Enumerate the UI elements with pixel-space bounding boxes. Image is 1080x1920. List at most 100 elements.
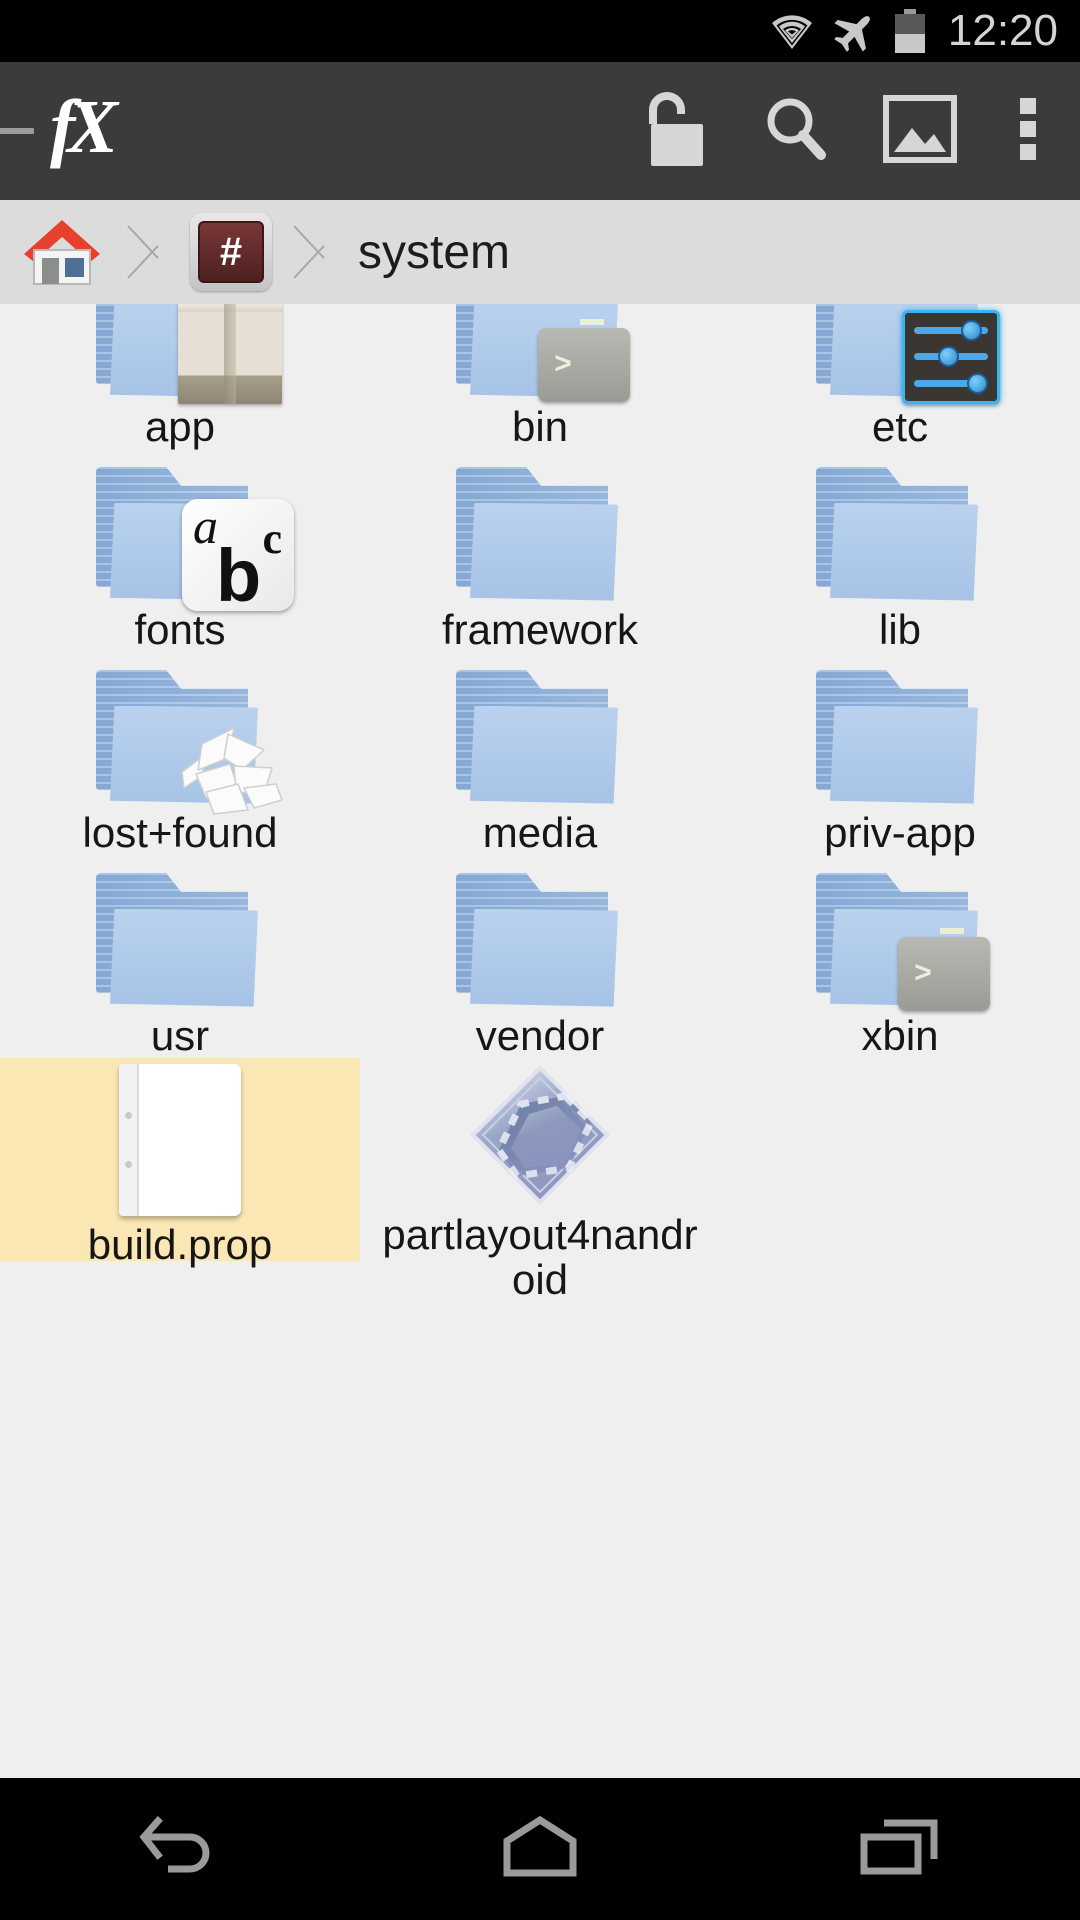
item-icon: >: [435, 304, 645, 402]
item-label: fonts: [134, 605, 226, 653]
status-bar-clock: 12:20: [947, 6, 1058, 55]
item-label: usr: [150, 1011, 210, 1059]
item-label: bin: [511, 402, 569, 450]
folder-item[interactable]: a b c fonts: [0, 449, 360, 652]
folder-front: [470, 908, 618, 1007]
overflow-menu-button[interactable]: [982, 62, 1074, 200]
item-label: vendor: [475, 1011, 605, 1059]
folder-icon: [456, 669, 624, 804]
package-box-overlay-icon: [178, 304, 282, 404]
folder-icon: [816, 304, 1000, 404]
crumpled-paper-overlay-icon: [172, 714, 292, 818]
item-label: media: [482, 808, 598, 856]
recents-squares-icon: [858, 1815, 942, 1884]
folder-item[interactable]: lost+found: [0, 652, 360, 855]
item-icon: [435, 861, 645, 1007]
folder-front: [470, 705, 618, 804]
item-icon: [795, 658, 1005, 804]
folder-item[interactable]: app: [0, 304, 360, 449]
android-navigation-bar: [0, 1778, 1080, 1920]
back-arrow-icon: [138, 1815, 222, 1884]
item-icon: [435, 455, 645, 601]
toolbar-up-and-logo[interactable]: fX: [0, 85, 118, 173]
status-bar: 12:20: [0, 0, 1080, 62]
folder-front: [830, 705, 978, 804]
binary-file-icon: [469, 1064, 611, 1206]
item-icon: [795, 455, 1005, 601]
app-toolbar: fX: [0, 62, 1080, 200]
toolbar-actions: [610, 62, 1080, 200]
file-manager-screen: 12:20 fX # system app bin etc a b c font…: [0, 0, 1080, 1920]
item-icon: [75, 1064, 285, 1216]
home-button[interactable]: [450, 1778, 630, 1920]
item-icon: [75, 861, 285, 1007]
folder-item[interactable]: lib: [720, 449, 1080, 652]
search-button[interactable]: [734, 62, 858, 200]
folder-icon: [456, 466, 624, 601]
item-icon: [75, 658, 285, 815]
folder-icon: [816, 669, 984, 804]
item-label: app: [144, 402, 216, 450]
folder-icon: >: [816, 872, 990, 1011]
gallery-button[interactable]: [858, 62, 982, 200]
breadcrumb-separator-icon: [122, 200, 174, 304]
folder-item[interactable]: usr: [0, 855, 360, 1058]
root-chip: #: [190, 213, 272, 291]
home-pentagon-icon: [499, 1815, 581, 1884]
abc-font-overlay-icon: abc: [182, 498, 294, 612]
item-icon: [435, 1064, 645, 1206]
folder-item[interactable]: >bin: [360, 304, 720, 449]
item-label: etc: [871, 402, 929, 450]
folder-icon: [816, 466, 984, 601]
settings-sliders-overlay-icon: [902, 309, 1000, 404]
file-item[interactable]: build.prop: [0, 1058, 360, 1267]
unlock-root-button[interactable]: [610, 62, 734, 200]
breadcrumb-item-current[interactable]: system: [340, 200, 510, 304]
folder-item[interactable]: media: [360, 652, 720, 855]
home-icon: [20, 214, 104, 291]
terminal-overlay-icon: >: [898, 927, 990, 1011]
file-item[interactable]: partlayout4nandroid: [360, 1058, 720, 1302]
airplane-mode-icon: [832, 9, 878, 53]
folder-icon: [96, 304, 282, 404]
file-grid: app>binetcabcfontsframeworkliblost+found…: [0, 304, 1080, 1302]
item-label: lib: [878, 605, 922, 653]
item-label: framework: [441, 605, 639, 653]
folder-icon: [96, 669, 283, 815]
item-icon: abc: [75, 455, 294, 612]
breadcrumb-root-label: #: [198, 221, 264, 283]
more-vertical-icon: [1020, 97, 1036, 165]
image-icon: [882, 94, 958, 169]
recents-button[interactable]: [810, 1778, 990, 1920]
folder-icon: [456, 872, 624, 1007]
item-label: xbin: [861, 1011, 939, 1059]
breadcrumb-current-label: system: [358, 225, 511, 279]
document-icon: [119, 1064, 241, 1216]
folder-item[interactable]: framework: [360, 449, 720, 652]
item-icon: >: [795, 861, 1005, 1011]
search-icon: [760, 93, 832, 170]
breadcrumb-item-root[interactable]: #: [174, 200, 288, 304]
back-button[interactable]: [90, 1778, 270, 1920]
folder-item[interactable]: >xbin: [720, 855, 1080, 1058]
folder-front: [470, 502, 618, 601]
folder-item[interactable]: vendor: [360, 855, 720, 1058]
breadcrumb-item-home[interactable]: [0, 200, 122, 304]
folder-item[interactable]: priv-app: [720, 652, 1080, 855]
breadcrumb: # system: [0, 200, 1080, 304]
battery-icon: [894, 9, 925, 53]
folder-icon: >: [456, 304, 630, 402]
folder-icon: abc: [96, 466, 294, 612]
item-label: partlayout4nandroid: [382, 1211, 698, 1304]
folder-item[interactable]: etc: [720, 304, 1080, 449]
folder-front: [830, 502, 978, 601]
file-grid-container[interactable]: app>binetcabcfontsframeworkliblost+found…: [0, 304, 1080, 1778]
item-icon: [795, 304, 1005, 404]
wifi-icon: [769, 12, 815, 50]
folder-front: [110, 908, 258, 1007]
terminal-overlay-icon: >: [538, 318, 630, 402]
navigate-up-icon[interactable]: [0, 128, 34, 134]
fx-app-logo: fX: [50, 85, 118, 169]
item-label: priv-app: [824, 808, 976, 856]
breadcrumb-separator-icon: [288, 200, 340, 304]
